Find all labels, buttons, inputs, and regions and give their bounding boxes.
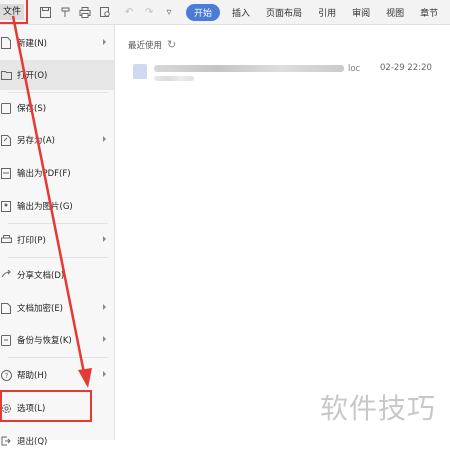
pdf-export-icon — [0, 167, 12, 179]
menu-item-share[interactable]: 分享文档(D) — [0, 262, 114, 288]
menu-item-backup[interactable]: 备份与恢复(K) — [0, 327, 114, 353]
menu-item-label: 输出为PDF(F) — [17, 169, 71, 179]
tab-references[interactable]: 引用 — [318, 6, 336, 19]
menu-item-export-pdf[interactable]: 输出为PDF(F) — [0, 160, 114, 186]
menu-divider — [8, 357, 108, 358]
menu-item-label: 备份与恢复(K) — [17, 336, 72, 346]
file-menu-panel: 新建(N) 打开(O) 保存(S) 另存为(A) 输出为PDF(F) 输出为图片… — [0, 25, 115, 447]
submenu-arrow-icon — [103, 304, 106, 310]
submenu-arrow-icon — [103, 336, 106, 342]
menu-item-save-as[interactable]: 另存为(A) — [0, 127, 114, 153]
open-folder-icon — [0, 69, 12, 81]
format-painter-icon[interactable] — [58, 5, 72, 19]
svg-text:?: ? — [4, 372, 8, 380]
recent-file-time: 02-29 22:20 — [380, 63, 432, 73]
submenu-arrow-icon — [103, 39, 106, 45]
menu-item-exit[interactable]: 退出(Q) — [0, 428, 114, 454]
blurred-filename — [154, 65, 344, 72]
submenu-arrow-icon — [103, 236, 106, 242]
encrypt-icon — [0, 302, 12, 314]
options-highlight-box — [0, 390, 92, 422]
refresh-icon[interactable]: ↻ — [167, 38, 176, 51]
image-export-icon — [0, 200, 12, 212]
redo-icon[interactable]: ↷ — [142, 5, 156, 19]
menu-item-label: 文档加密(E) — [17, 304, 64, 314]
help-icon: ? — [0, 369, 12, 381]
menu-item-label: 分享文档(D) — [17, 271, 65, 281]
submenu-arrow-icon — [103, 136, 106, 142]
recent-title: 最近使用 — [128, 40, 163, 51]
recent-file-row[interactable]: loc 02-29 22:20 — [128, 58, 438, 86]
document-icon — [133, 64, 147, 79]
menu-item-label: 退出(Q) — [17, 437, 48, 447]
menu-item-label: 另存为(A) — [17, 136, 55, 146]
share-icon — [0, 269, 12, 281]
file-highlight-box — [0, 0, 28, 24]
menu-item-new[interactable]: 新建(N) — [0, 30, 114, 56]
menu-divider — [8, 257, 108, 258]
file-menu-button[interactable]: 文件 — [0, 0, 28, 24]
menu-item-label: 帮助(H) — [17, 371, 48, 381]
menu-item-export-image[interactable]: 输出为图片(G) — [0, 193, 114, 219]
menu-divider — [8, 92, 108, 93]
recent-file-name-suffix: loc — [348, 64, 361, 74]
exit-icon — [0, 435, 12, 447]
print-preview-icon[interactable] — [98, 5, 112, 19]
menu-item-label: 保存(S) — [17, 104, 47, 114]
blurred-filepath — [154, 76, 194, 81]
print-icon — [0, 234, 12, 246]
menu-item-label: 打印(P) — [17, 236, 46, 246]
menu-item-label: 新建(N) — [17, 39, 47, 49]
new-document-icon — [0, 37, 12, 49]
print-icon[interactable] — [78, 5, 92, 19]
menu-item-label: 输出为图片(G) — [17, 202, 73, 212]
tab-home[interactable]: 开始 — [186, 3, 221, 21]
recent-header: 最近使用 ↻ — [128, 38, 176, 51]
top-toolbar: 文件 ↶ ↷ ▿ 开始 插入 页面布局 引用 审阅 视图 章节 — [0, 0, 450, 25]
tab-page-layout[interactable]: 页面布局 — [266, 6, 302, 19]
menu-divider — [8, 223, 108, 224]
submenu-arrow-icon — [103, 371, 106, 377]
save-icon[interactable] — [38, 5, 52, 19]
save-icon — [0, 102, 12, 114]
tab-view[interactable]: 视图 — [386, 6, 404, 19]
save-as-icon — [0, 134, 12, 146]
menu-item-open[interactable]: 打开(O) — [0, 60, 114, 90]
menu-item-encrypt[interactable]: 文档加密(E) — [0, 295, 114, 321]
more-icon[interactable]: ▿ — [162, 5, 176, 19]
menu-item-help[interactable]: ? 帮助(H) — [0, 362, 114, 388]
tab-section[interactable]: 章节 — [420, 6, 438, 19]
menu-item-save[interactable]: 保存(S) — [0, 95, 114, 121]
tab-review[interactable]: 审阅 — [352, 6, 370, 19]
menu-item-print[interactable]: 打印(P) — [0, 227, 114, 253]
menu-item-label: 打开(O) — [17, 71, 48, 81]
watermark: 软件技巧 — [320, 392, 437, 425]
backup-icon — [0, 334, 12, 346]
undo-icon[interactable]: ↶ — [122, 5, 136, 19]
tab-insert[interactable]: 插入 — [232, 6, 250, 19]
